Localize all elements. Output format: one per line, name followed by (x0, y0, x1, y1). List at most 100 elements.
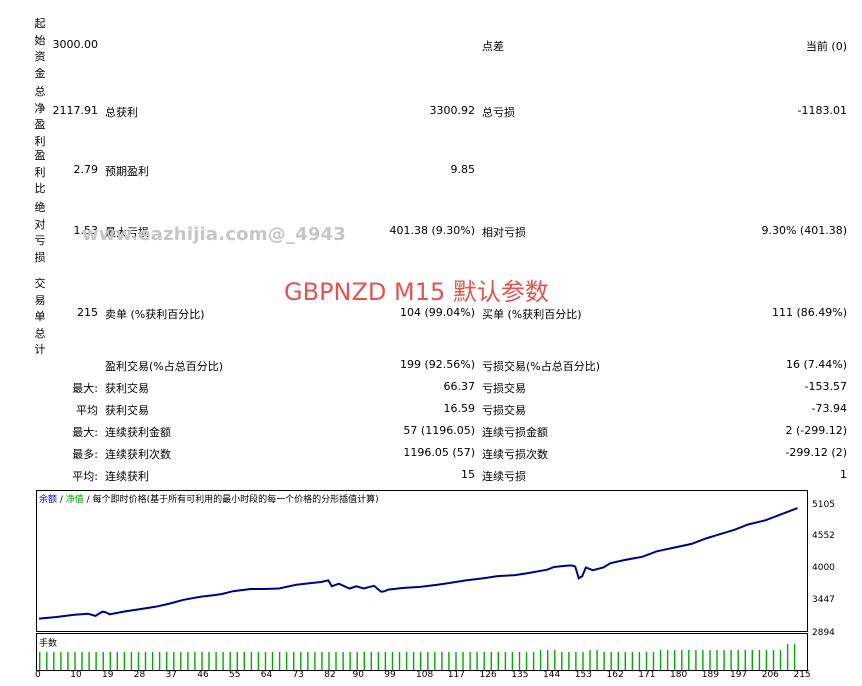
stat-mid-value: 199 (92.56%) (399, 358, 475, 371)
volume-bar (60, 652, 62, 670)
volume-bar (448, 652, 450, 670)
volume-bar (180, 652, 182, 670)
volume-chart-svg (39, 644, 796, 670)
volume-bar (137, 652, 140, 670)
volume-bar (681, 650, 683, 670)
stat-prefix: 平均: (72, 470, 98, 483)
volume-bar (173, 652, 175, 670)
stat-mid-value: 57 (1196.05) (403, 424, 475, 437)
volume-bar (497, 652, 499, 670)
x-tick-label: 73 (292, 670, 304, 680)
volume-bar (723, 650, 725, 670)
volume-bar (95, 652, 97, 670)
x-tick-label: 46 (197, 670, 209, 680)
volume-bar (257, 652, 260, 670)
x-tick-label: 10 (70, 670, 82, 680)
volume-bar (243, 652, 245, 670)
stat-mid-value: 1196.05 (57) (403, 446, 475, 459)
x-tick-label: 144 (543, 670, 561, 680)
stat-right-value: -299.12 (2) (785, 446, 847, 459)
volume-bar (321, 652, 323, 670)
volume-bar (370, 652, 372, 670)
stat-right-value: 当前 (0) (805, 40, 847, 53)
x-tick-label: 180 (670, 670, 688, 680)
chart-headline: GBPNZD M15 默认参数 (284, 278, 549, 306)
volume-bar (610, 652, 612, 670)
volume-bar (166, 652, 168, 670)
legend-balance[interactable]: 余额 (39, 495, 57, 505)
stat-prefix: 平均 (76, 404, 98, 417)
volume-bar (695, 650, 697, 670)
y-tick-label: 5105 (812, 500, 835, 510)
x-tick-label: 171 (638, 670, 656, 680)
volume-bar (554, 650, 556, 670)
stat-right-value: 1 (840, 468, 847, 481)
x-tick-label: 197 (729, 670, 748, 680)
y-tick-label: 4552 (812, 531, 835, 541)
x-tick-label: 90 (352, 670, 364, 680)
volume-bar (476, 652, 478, 670)
stat-mid-label: 获利交易 (105, 382, 149, 395)
volume-bar (688, 650, 690, 670)
volume-bar (441, 652, 443, 670)
volume-bar (116, 652, 118, 670)
volume-bar (568, 652, 570, 670)
stat-mid-label: 连续获利次数 (105, 448, 171, 461)
volume-bar (398, 652, 401, 670)
balance-chart-svg (38, 507, 798, 620)
x-tick-label: 206 (761, 670, 779, 680)
volume-bar (314, 652, 316, 670)
volume-bar (293, 652, 295, 670)
volume-bar (264, 652, 267, 670)
balance-chart (36, 490, 808, 632)
x-tick-label: 64 (260, 670, 273, 680)
volume-bar (250, 652, 253, 670)
volume-bar (39, 652, 41, 670)
volume-bar (582, 652, 584, 670)
volume-bar (229, 652, 231, 670)
stat-mid-value: 15 (461, 468, 475, 481)
volume-bar (716, 650, 718, 670)
stat-mid-label: 总获利 (105, 106, 138, 119)
volume-bar (187, 652, 189, 670)
stat-right-label: 连续亏损金额 (482, 426, 548, 439)
volume-bar (208, 652, 210, 670)
volume-bar (201, 652, 203, 670)
volume-bar (645, 652, 648, 670)
volume-bar (737, 650, 739, 670)
volume-bar (349, 652, 351, 670)
stat-mid-label: 连续获利金额 (105, 426, 171, 439)
volume-bar (307, 652, 309, 670)
legend-sep: / (57, 495, 66, 505)
volume-bar (659, 650, 662, 670)
x-tick-label: 37 (165, 670, 177, 680)
volume-bar (215, 652, 217, 670)
volume-bar (109, 652, 111, 670)
volume-bar (702, 650, 704, 670)
volume-bar (751, 650, 753, 670)
stat-mid-value: 3300.92 (429, 104, 476, 117)
volume-bar (194, 652, 196, 670)
stat-value: 2117.91 (52, 104, 99, 117)
stat-right-value: 16 (7.44%) (785, 358, 847, 371)
legend-equity[interactable]: 净值 (66, 495, 84, 505)
volume-bar (151, 652, 154, 670)
stat-right-label: 连续亏损 (482, 470, 526, 483)
stat-mid-label: 获利交易 (105, 404, 149, 417)
x-tick-label: 99 (384, 670, 396, 680)
volume-bar (130, 652, 133, 670)
volume-bar (730, 650, 732, 670)
volume-label: 手数 (39, 639, 58, 649)
stat-right-label: 连续亏损次数 (482, 448, 548, 461)
volume-bar (532, 652, 535, 670)
volume-bar (504, 652, 507, 670)
stat-prefix: 最多: (72, 448, 98, 461)
watermark-text: www.eazhijia.com@_4943 (82, 224, 347, 245)
volume-bar (88, 652, 90, 670)
x-tick-label: 153 (574, 670, 592, 680)
volume-chart (36, 633, 808, 671)
stat-right-label: 亏损交易 (482, 382, 526, 395)
stat-right-label: 亏损交易 (482, 404, 526, 417)
stat-right-label: 买单 (%获利百分比) (482, 308, 582, 321)
stat-value: 3000.00 (52, 38, 99, 51)
